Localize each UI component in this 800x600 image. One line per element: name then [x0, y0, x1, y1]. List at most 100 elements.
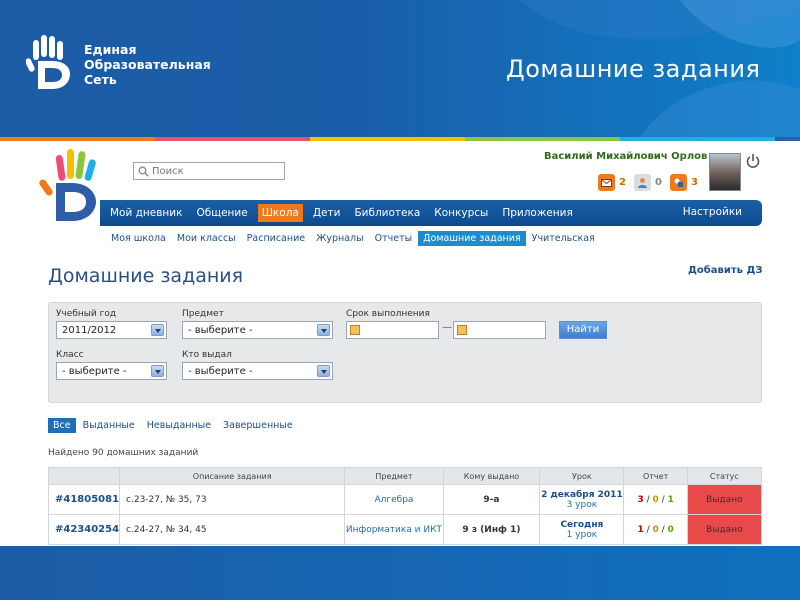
report-green: 0 [667, 524, 674, 535]
nav-item[interactable]: Дети [309, 204, 345, 222]
report-red: 3 [637, 494, 644, 505]
column-header: Отчет [623, 467, 688, 485]
column-header: Статус [686, 467, 763, 485]
report-yellow: 0 [652, 494, 659, 505]
nav-item[interactable]: Приложения [498, 204, 576, 222]
year-label: Учебный год [56, 309, 117, 319]
sub-nav-item[interactable]: Журналы [311, 231, 369, 246]
mail-count: 2 [619, 177, 626, 188]
brand-logo: Единая Образовательная Сеть [26, 34, 211, 94]
nav-item[interactable]: Конкурсы [430, 204, 492, 222]
class-select[interactable]: - выберите - [56, 362, 167, 380]
lesson-date: 2 декабря 2011 [541, 489, 623, 500]
mail-icon [598, 174, 615, 191]
app-screenshot: Василий Михайлович Орлов 2 0 3 Мой дневн… [0, 141, 800, 546]
filter-panel: Учебный год 2011/2012 Предмет - выберите… [48, 302, 762, 403]
status-badge: Выдано [686, 514, 763, 545]
year-select[interactable]: 2011/2012 [56, 321, 167, 339]
table-header-row: Описание задания Предмет Кому выдано Уро… [47, 467, 763, 485]
issuer-select[interactable]: - выберите - [182, 362, 333, 380]
status-badge: Выдано [686, 484, 763, 515]
filter-tab[interactable]: Выданные [78, 418, 140, 433]
task-id-link[interactable]: #42340254 [47, 514, 121, 545]
deadline-to-input[interactable] [453, 321, 546, 339]
report-green: 1 [667, 494, 674, 505]
lesson-number: 1 урок [566, 529, 598, 540]
notification-counters: 2 0 3 [598, 174, 706, 191]
date-range-dash: — [442, 322, 452, 333]
sub-nav-item[interactable]: Учительская [527, 231, 600, 246]
subject-label: Предмет [182, 309, 224, 319]
task-subject[interactable]: Алгебра [344, 484, 444, 515]
task-description: с.24-27, № 34, 45 [119, 514, 346, 545]
lesson-date: Сегодня [560, 519, 604, 530]
page-title: Домашние задания [48, 265, 244, 287]
counter-tasks[interactable]: 3 [669, 174, 698, 191]
task-subject[interactable]: Информатика и ИКТ [344, 514, 444, 545]
task-class[interactable]: 9-а [442, 484, 541, 515]
tasks-icon [669, 174, 687, 191]
calendar-icon[interactable] [350, 325, 360, 335]
tasks-count: 3 [690, 177, 698, 188]
slide-footer [0, 546, 800, 600]
search-input[interactable] [152, 165, 277, 177]
column-header: Предмет [344, 467, 444, 485]
slide-header: Единая Образовательная Сеть Домашние зад… [0, 0, 800, 137]
user-name[interactable]: Василий Михайлович Орлов [544, 151, 707, 162]
filter-tab[interactable]: Все [48, 418, 76, 433]
sub-nav-item[interactable]: Домашние задания [418, 231, 526, 246]
search-box[interactable] [133, 162, 285, 180]
settings-link[interactable]: Настройки [683, 206, 742, 218]
lesson-number: 3 урок [566, 499, 598, 510]
table-row[interactable]: #42340254 с.24-27, № 34, 45 Информатика … [47, 514, 763, 545]
nav-item[interactable]: Общение [192, 204, 251, 222]
column-header: Описание задания [119, 467, 346, 485]
chevron-down-icon [317, 365, 330, 377]
counter-people[interactable]: 0 [633, 174, 662, 191]
task-description: с.23-27, № 35, 73 [119, 484, 346, 515]
task-class[interactable]: 9 з (Инф 1) [442, 514, 541, 545]
report-red: 1 [637, 524, 644, 535]
class-value: - выберите - [62, 366, 127, 377]
filter-tab[interactable]: Завершенные [218, 418, 298, 433]
column-header: Урок [539, 467, 625, 485]
slide-title: Домашние задания [506, 55, 761, 83]
find-button[interactable]: Найти [559, 321, 607, 339]
sub-nav-item[interactable]: Моя школа [106, 231, 171, 246]
filter-tab[interactable]: Невыданные [142, 418, 216, 433]
brand-name: Единая Образовательная Сеть [84, 42, 211, 87]
sub-nav-item[interactable]: Мои классы [172, 231, 241, 246]
logout-power-icon[interactable] [746, 153, 760, 169]
task-report[interactable]: 1 / 0 / 0 [623, 514, 688, 545]
task-lesson[interactable]: Сегодня 1 урок [539, 514, 625, 545]
app-hand-logo-icon[interactable] [38, 147, 108, 227]
sub-nav-item[interactable]: Отчеты [370, 231, 418, 246]
avatar[interactable] [709, 153, 741, 191]
main-navigation: Мой дневник Общение Школа Дети Библиотека Кон… [100, 200, 762, 226]
chevron-down-icon [151, 324, 164, 336]
sub-nav-item[interactable]: Расписание [242, 231, 310, 246]
brand-line-3: Сеть [84, 71, 117, 87]
deadline-from-input[interactable] [346, 321, 439, 339]
nav-item[interactable]: Школа [257, 204, 303, 222]
people-count: 0 [654, 177, 662, 188]
chevron-down-icon [317, 324, 330, 336]
task-report[interactable]: 3 / 0 / 1 [623, 484, 688, 515]
found-count: Найдено 90 домашних заданий [48, 448, 199, 458]
nav-item[interactable]: Мой дневник [106, 204, 186, 222]
task-lesson[interactable]: 2 декабря 2011 3 урок [539, 484, 625, 515]
issuer-value: - выберите - [188, 366, 253, 377]
sub-navigation: Моя школа Мои классы Расписание Журналы Отче… [106, 231, 601, 246]
homework-table: Описание задания Предмет Кому выдано Уро… [47, 467, 763, 545]
subject-select[interactable]: - выберите - [182, 321, 333, 339]
deadline-label: Срок выполнения [346, 309, 430, 319]
table-row[interactable]: #41805081 с.23-27, № 35, 73 Алгебра 9-а … [47, 484, 763, 515]
column-header: Кому выдано [442, 467, 541, 485]
column-header [47, 467, 121, 485]
counter-mail[interactable]: 2 [598, 174, 626, 191]
calendar-icon[interactable] [457, 325, 467, 335]
add-homework-link[interactable]: Добавить ДЗ [688, 265, 762, 276]
task-id-link[interactable]: #41805081 [47, 484, 121, 515]
nav-item[interactable]: Библиотека [350, 204, 424, 222]
status-tabs: Все Выданные Невыданные Завершенные [48, 418, 300, 433]
